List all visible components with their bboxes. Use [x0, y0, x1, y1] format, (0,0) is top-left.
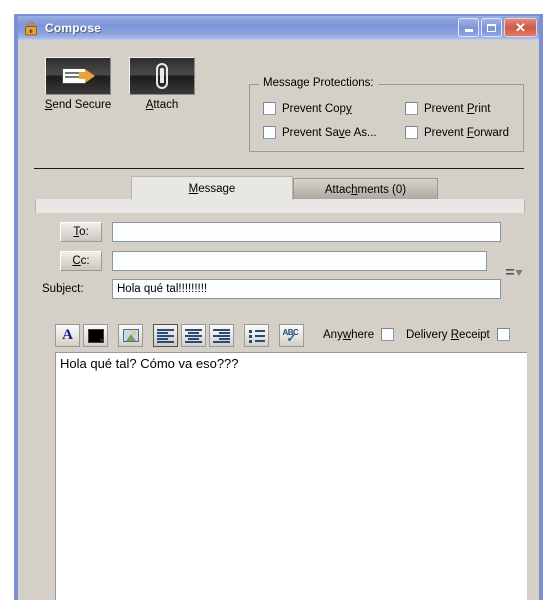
anywhere-checkbox[interactable]: Anywhere: [323, 328, 395, 341]
align-left-button[interactable]: [153, 324, 178, 347]
toolbar-separator: [34, 168, 524, 169]
image-icon: [122, 329, 139, 342]
to-input[interactable]: [112, 222, 501, 242]
paperclip-icon: [156, 63, 168, 89]
send-secure-label: Send Secure: [44, 99, 112, 111]
send-envelope-icon: [62, 67, 95, 85]
checkbox-box: [263, 102, 276, 115]
send-secure-button[interactable]: Send Secure: [42, 57, 114, 111]
align-right-icon: [213, 328, 230, 343]
anywhere-label: Anywhere: [323, 328, 375, 341]
window-controls: ✕: [458, 18, 537, 37]
attach-button-face: [129, 57, 195, 95]
subject-label: Subject:: [42, 283, 84, 295]
minimize-button[interactable]: [458, 18, 479, 37]
chevron-down-icon[interactable]: [506, 266, 523, 280]
close-icon: ✕: [515, 20, 526, 35]
spellcheck-abc-icon: ABC ✓: [282, 327, 299, 345]
maximize-button[interactable]: [481, 18, 502, 37]
prevent-copy-label: Prevent Copy: [282, 102, 352, 115]
color-swatch-icon: [87, 328, 104, 343]
checkbox-box: [496, 328, 510, 341]
tab-attachments[interactable]: Attachments (0): [293, 178, 438, 200]
minimize-icon: [464, 29, 473, 32]
prevent-print-checkbox[interactable]: Prevent Print: [405, 102, 490, 115]
text-color-button[interactable]: [83, 324, 108, 347]
checkbox-box: [405, 102, 418, 115]
tab-strip: Message Attachments (0): [35, 176, 525, 200]
prevent-save-as-label: Prevent Save As...: [282, 126, 377, 139]
message-protections-group: Message Protections: Prevent Copy Preven…: [249, 77, 524, 152]
checkbox-box: [405, 126, 418, 139]
align-right-button[interactable]: [209, 324, 234, 347]
window-title: Compose: [45, 21, 102, 35]
maximize-icon: [487, 23, 496, 32]
prevent-forward-label: Prevent Forward: [424, 126, 510, 139]
prevent-print-label: Prevent Print: [424, 102, 491, 115]
insert-image-button[interactable]: [118, 324, 143, 347]
align-center-icon: [185, 328, 202, 343]
main-toolbar: Send Secure Attach Message Protections: …: [18, 40, 539, 152]
attach-button[interactable]: Attach: [126, 57, 198, 111]
bullet-list-button[interactable]: [244, 324, 269, 347]
bullet-list-icon: [248, 329, 265, 343]
font-A-icon: A: [62, 327, 73, 343]
to-button[interactable]: To:: [60, 222, 102, 242]
cc-button[interactable]: Cc:: [60, 251, 102, 271]
screenshot-root: e Compose ✕ Send Secure Attach Message P…: [0, 0, 557, 600]
subject-input[interactable]: Hola qué tal!!!!!!!!!: [112, 279, 501, 299]
cc-input[interactable]: [112, 251, 487, 271]
close-button[interactable]: ✕: [504, 18, 537, 37]
attach-label: Attach: [145, 99, 179, 111]
compose-window: e Compose ✕ Send Secure Attach Message P…: [14, 14, 543, 600]
prevent-forward-checkbox[interactable]: Prevent Forward: [405, 126, 509, 139]
checkbox-box: [381, 328, 395, 341]
tab-page-top: [35, 199, 525, 213]
to-button-label: To:: [73, 226, 89, 238]
title-bar[interactable]: e Compose ✕: [18, 16, 539, 40]
message-protections-title: Message Protections:: [259, 77, 378, 89]
format-toolbar: A ABC ✓: [55, 324, 304, 347]
align-center-button[interactable]: [181, 324, 206, 347]
font-button[interactable]: A: [55, 324, 80, 347]
send-secure-button-face: [45, 57, 111, 95]
tab-attachments-label: Attachments (0): [324, 183, 407, 196]
client-area: Send Secure Attach Message Protections: …: [18, 40, 539, 600]
delivery-receipt-checkbox[interactable]: Delivery Receipt: [406, 328, 510, 341]
delivery-receipt-label: Delivery Receipt: [406, 328, 490, 341]
lock-icon: e: [23, 20, 39, 36]
prevent-copy-checkbox[interactable]: Prevent Copy: [263, 102, 352, 115]
cc-button-label: Cc:: [72, 255, 90, 267]
spellcheck-button[interactable]: ABC ✓: [279, 324, 304, 347]
prevent-save-as-checkbox[interactable]: Prevent Save As...: [263, 126, 377, 139]
tab-message-label: Message: [188, 182, 236, 195]
message-body-editor[interactable]: Hola qué tal? Cómo va eso???: [55, 352, 527, 600]
align-left-icon: [157, 328, 174, 343]
checkbox-box: [263, 126, 276, 139]
tab-message[interactable]: Message: [131, 176, 293, 200]
